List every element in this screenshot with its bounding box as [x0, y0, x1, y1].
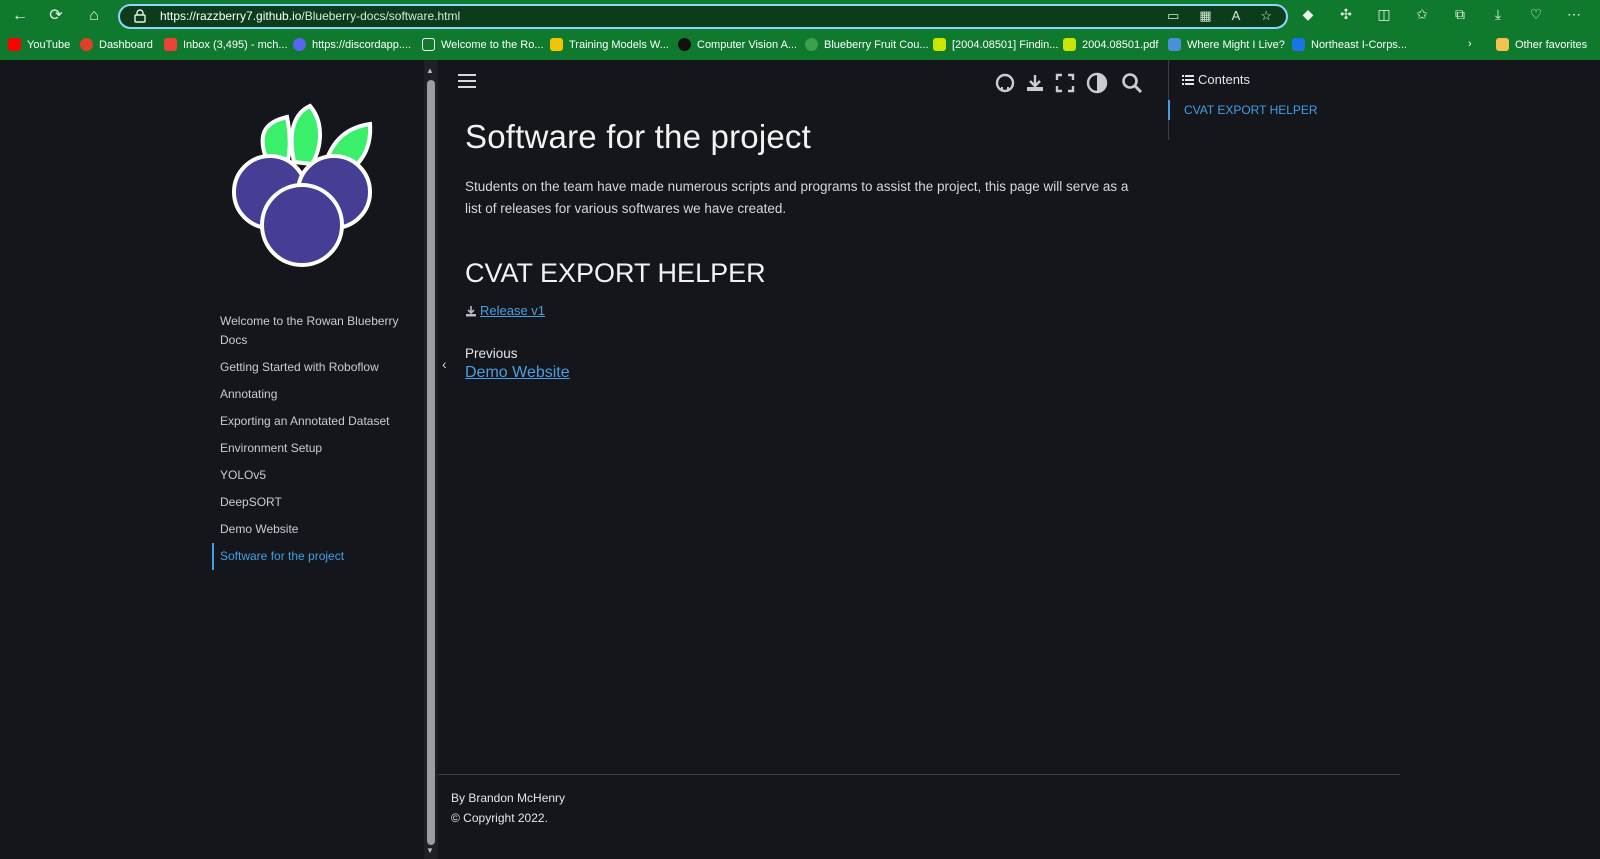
- pdf-icon: [1063, 38, 1076, 51]
- map-icon: [1168, 38, 1181, 51]
- favorites-icon[interactable]: ✩: [1414, 6, 1430, 23]
- previous-page-nav[interactable]: ‹ Previous Demo Website: [438, 338, 638, 388]
- sidebar-item-software[interactable]: Software for the project: [212, 543, 412, 570]
- download-icon[interactable]: [1024, 72, 1046, 94]
- home-icon[interactable]: ⌂: [84, 6, 104, 26]
- youtube-icon: [8, 38, 21, 51]
- browser-toolbar: ← ⟳ ⌂ https://razzberry7.github.io/Blueb…: [0, 0, 1600, 32]
- sidebar-item-welcome[interactable]: Welcome to the Rowan Blueberry Docs: [212, 308, 412, 354]
- leaf-icon: [805, 38, 818, 51]
- browser-essentials-icon[interactable]: ♡: [1528, 6, 1544, 23]
- favorite-blueberry-fruit[interactable]: Blueberry Fruit Cou...: [805, 38, 929, 51]
- search-icon[interactable]: [1121, 72, 1143, 94]
- section-heading-cvat: CVAT EXPORT HELPER: [465, 258, 766, 288]
- sidebar-item-demo-website[interactable]: Demo Website: [212, 516, 412, 543]
- previous-label: Previous: [465, 346, 518, 361]
- read-aloud-icon[interactable]: A: [1232, 8, 1241, 24]
- favorite-where-might-i-live[interactable]: Where Might I Live?: [1168, 38, 1285, 51]
- page-header: [438, 70, 1143, 100]
- sidebar-item-environment-setup[interactable]: Environment Setup: [212, 435, 412, 462]
- contents-heading: Contents: [1182, 72, 1250, 87]
- theme-toggle-icon[interactable]: [1086, 72, 1108, 94]
- collections-icon[interactable]: ⧉: [1452, 6, 1468, 23]
- favorites-overflow-chevron-icon[interactable]: ›: [1468, 38, 1472, 50]
- favorites-bar: YouTube Dashboard Inbox (3,495) - mch...…: [0, 34, 1600, 58]
- scrollbar-thumb[interactable]: [427, 80, 435, 845]
- scroll-down-arrow-icon[interactable]: ▼: [426, 846, 434, 855]
- favorite-arxiv-pdf[interactable]: 2004.08501.pdf: [1063, 38, 1158, 51]
- sidebar-item-annotating[interactable]: Annotating: [212, 381, 412, 408]
- sidebar-item-yolov5[interactable]: YOLOv5: [212, 462, 412, 489]
- page-title: Software for the project: [465, 118, 811, 155]
- sidebar-item-deepsort[interactable]: DeepSORT: [212, 489, 412, 516]
- url-text: https://razzberry7.github.io/Blueberry-d…: [160, 9, 461, 23]
- favorite-arxiv-abs[interactable]: [2004.08501] Findin...: [933, 38, 1058, 51]
- document-icon: [422, 38, 435, 51]
- favorite-youtube[interactable]: YouTube: [8, 38, 70, 51]
- training-icon: [550, 38, 563, 51]
- favorite-welcome-page[interactable]: Welcome to the Ro...: [422, 38, 544, 51]
- extension-badge-icon[interactable]: ◆: [1300, 6, 1316, 23]
- hamburger-menu-icon[interactable]: [458, 74, 476, 90]
- arrow-up-right-icon: [678, 38, 691, 51]
- dashboard-icon: [80, 38, 93, 51]
- address-bar[interactable]: https://razzberry7.github.io/Blueberry-d…: [118, 4, 1288, 29]
- footer-copyright: © Copyright 2022.: [451, 811, 548, 825]
- sidebar-nav: Welcome to the Rowan Blueberry Docs Gett…: [212, 308, 412, 570]
- intro-paragraph: Students on the team have made numerous …: [465, 179, 1129, 216]
- discord-icon: [293, 38, 306, 51]
- previous-link-demo-website[interactable]: Demo Website: [465, 364, 570, 382]
- favorite-northeast-icorps[interactable]: Northeast I-Corps...: [1292, 38, 1407, 51]
- blueberry-logo: [232, 103, 373, 267]
- favorite-other-favorites[interactable]: Other favorites: [1496, 38, 1587, 51]
- chevron-left-icon: ‹: [442, 356, 447, 372]
- back-arrow-icon[interactable]: ←: [10, 6, 30, 26]
- split-screen-icon[interactable]: ◫: [1376, 6, 1392, 23]
- forms-icon: [1292, 38, 1305, 51]
- scroll-up-arrow-icon[interactable]: ▲: [426, 66, 434, 75]
- download-small-icon: [466, 305, 476, 316]
- web-page: Welcome to the Rowan Blueberry Docs Gett…: [0, 60, 1600, 859]
- favorite-star-icon[interactable]: ☆: [1260, 8, 1272, 24]
- arxiv-icon: [933, 38, 946, 51]
- folder-icon: [1496, 38, 1509, 51]
- more-menu-icon[interactable]: ⋯: [1566, 6, 1582, 23]
- downloads-icon[interactable]: ⤓: [1490, 6, 1506, 23]
- github-icon[interactable]: [994, 72, 1016, 94]
- list-icon: [1182, 74, 1194, 85]
- page-footer: By Brandon McHenry © Copyright 2022.: [438, 774, 1400, 859]
- extensions-icon[interactable]: ✣: [1338, 6, 1354, 23]
- gmail-icon: [164, 38, 177, 51]
- fullscreen-icon[interactable]: [1054, 72, 1076, 94]
- favorite-training-models[interactable]: Training Models W...: [550, 38, 669, 51]
- refresh-icon[interactable]: ⟳: [46, 6, 66, 26]
- favorite-dashboard[interactable]: Dashboard: [80, 38, 153, 51]
- sidebar-item-roboflow[interactable]: Getting Started with Roboflow: [212, 354, 412, 381]
- left-sidebar: Welcome to the Rowan Blueberry Docs Gett…: [0, 60, 424, 859]
- toc-item-cvat-export-helper[interactable]: CVAT EXPORT HELPER: [1168, 100, 1318, 120]
- article: Software for the project Students on the…: [465, 118, 1145, 322]
- release-v1-link[interactable]: Release v1: [465, 303, 545, 318]
- right-toc: Contents CVAT EXPORT HELPER: [1168, 60, 1600, 859]
- footer-author: By Brandon McHenry: [451, 791, 566, 805]
- release-link-label: Release v1: [480, 303, 546, 318]
- favorite-discord[interactable]: https://discordapp....: [293, 38, 411, 51]
- qr-code-icon[interactable]: ▦: [1199, 8, 1211, 24]
- app-available-icon[interactable]: ▭: [1167, 8, 1179, 24]
- sidebar-item-exporting[interactable]: Exporting an Annotated Dataset: [212, 408, 412, 435]
- lock-icon: [134, 9, 146, 23]
- favorite-computer-vision[interactable]: Computer Vision A...: [678, 38, 797, 51]
- favorite-gmail-inbox[interactable]: Inbox (3,495) - mch...: [164, 38, 288, 51]
